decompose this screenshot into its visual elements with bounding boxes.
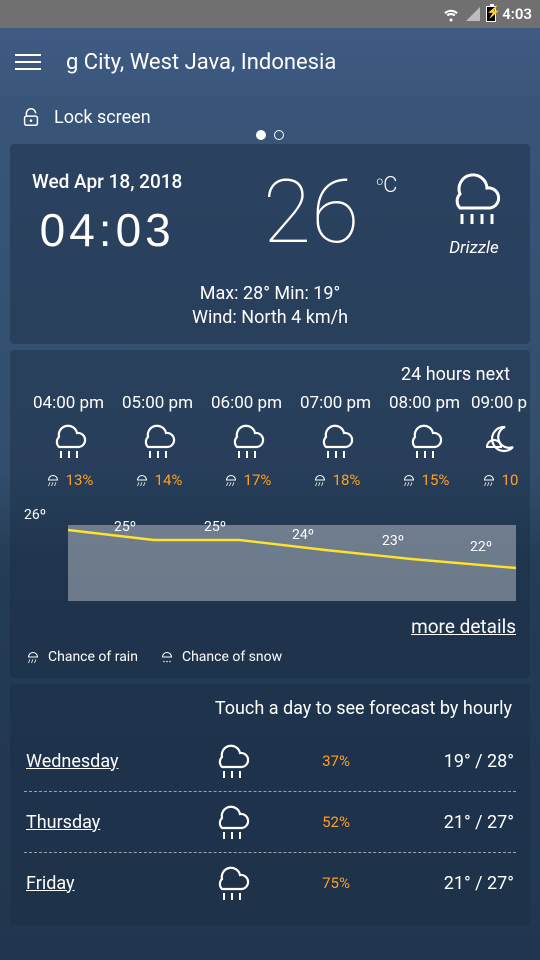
hour-column[interactable]: 08:00 pm 15% — [380, 393, 469, 489]
hour-precipitation: 18% — [291, 471, 380, 489]
hourly-row[interactable]: 04:00 pm 13% 05:00 pm 14% 06:00 pm 17% 0… — [24, 393, 516, 489]
max-min-temp: Max: 28° Min: 19° — [24, 280, 516, 307]
current-temperature: 26oC — [263, 169, 359, 257]
hour-time: 06:00 pm — [202, 393, 291, 413]
night-partly-cloudy-icon — [477, 421, 521, 461]
hour-precipitation: 10 — [469, 471, 529, 489]
hour-precipitation: 17% — [202, 471, 291, 489]
wifi-icon — [442, 5, 460, 23]
unlock-icon — [20, 106, 42, 128]
legend-rain: Chance of rain — [24, 648, 138, 666]
hour-precipitation: 13% — [24, 471, 113, 489]
page-indicator[interactable] — [256, 130, 284, 140]
day-temperatures: 21° / 27° — [414, 873, 514, 894]
day-precipitation: 52% — [318, 813, 350, 831]
chart-temp-label: 26º — [24, 507, 46, 523]
legend-snow: Chance of snow — [158, 648, 282, 666]
more-details-link[interactable]: more details — [24, 615, 516, 638]
rain-icon — [225, 421, 269, 461]
daily-forecast-card: Touch a day to see forecast by hourly We… — [10, 684, 530, 925]
page-dot-1[interactable] — [256, 130, 266, 140]
hourly-title: 24 hours next — [24, 362, 516, 393]
hour-time: 04:00 pm — [24, 393, 113, 413]
rain-icon — [210, 741, 254, 781]
current-time: 04:03 — [32, 203, 182, 257]
rain-icon — [47, 421, 91, 461]
hourly-forecast-card[interactable]: 24 hours next 04:00 pm 13% 05:00 pm 14% … — [10, 350, 530, 678]
location-title[interactable]: g City, West Java, Indonesia — [66, 50, 336, 75]
statusbar-time: 4:03 — [502, 5, 532, 23]
day-name: Thursday — [26, 812, 146, 833]
hour-time: 07:00 pm — [291, 393, 380, 413]
wind-info: Wind: North 4 km/h — [24, 307, 516, 328]
hour-time: 08:00 pm — [380, 393, 469, 413]
day-row[interactable]: Friday 75% 21° / 27° — [24, 853, 516, 913]
day-name: Friday — [26, 873, 146, 894]
app-bar: g City, West Java, Indonesia — [0, 28, 540, 96]
hour-column[interactable]: 05:00 pm 14% — [113, 393, 202, 489]
day-temperatures: 21° / 27° — [414, 812, 514, 833]
hour-precipitation: 14% — [113, 471, 202, 489]
battery-charging-icon — [486, 6, 496, 22]
current-condition: Drizzle — [440, 238, 508, 258]
day-row[interactable]: Wednesday 37% 19° / 28° — [24, 731, 516, 792]
rain-icon — [136, 421, 180, 461]
day-precipitation: 37% — [318, 752, 350, 770]
rain-icon — [403, 421, 447, 461]
cell-signal-empty-icon — [466, 7, 480, 21]
day-row[interactable]: Thursday 52% 21° / 27° — [24, 792, 516, 853]
current-date: Wed Apr 18, 2018 — [32, 170, 182, 193]
hour-time: 05:00 pm — [113, 393, 202, 413]
rain-chance-icon — [24, 648, 42, 666]
hamburger-menu-button[interactable] — [8, 42, 48, 82]
page-dot-2[interactable] — [274, 130, 284, 140]
day-name: Wednesday — [26, 751, 146, 772]
rain-icon — [210, 863, 254, 903]
hour-column[interactable]: 07:00 pm 18% — [291, 393, 380, 489]
status-bar: 4:03 — [0, 0, 540, 28]
temperature-chart: 26º 25º 25º 24º 23º 22º — [24, 501, 516, 601]
hour-time: 09:00 p — [469, 393, 529, 413]
hour-column[interactable]: 09:00 p 10 — [469, 393, 529, 489]
lock-screen-label: Lock screen — [54, 107, 151, 128]
day-precipitation: 75% — [318, 874, 350, 892]
drizzle-icon — [440, 168, 508, 228]
daily-title: Touch a day to see forecast by hourly — [24, 696, 516, 731]
current-weather-card[interactable]: Wed Apr 18, 2018 04:03 26oC Drizzle Max:… — [10, 144, 530, 344]
snow-chance-icon — [158, 648, 176, 666]
rain-icon — [314, 421, 358, 461]
hour-precipitation: 15% — [380, 471, 469, 489]
hour-column[interactable]: 04:00 pm 13% — [24, 393, 113, 489]
day-temperatures: 19° / 28° — [414, 751, 514, 772]
hour-column[interactable]: 06:00 pm 17% — [202, 393, 291, 489]
rain-icon — [210, 802, 254, 842]
